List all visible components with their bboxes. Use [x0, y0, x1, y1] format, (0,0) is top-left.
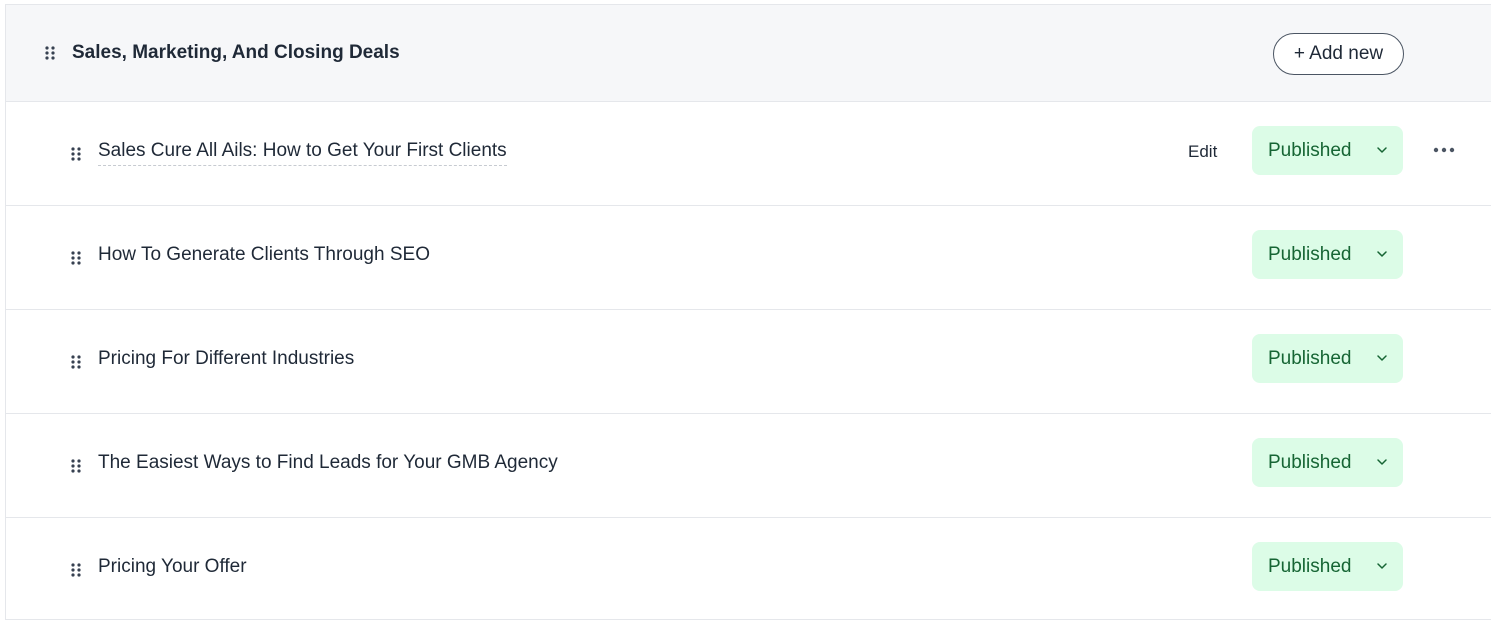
- module-section: Sales, Marketing, And Closing Deals + Ad…: [5, 4, 1491, 620]
- drag-handle-icon[interactable]: [70, 354, 82, 370]
- status-label: Published: [1268, 347, 1352, 369]
- status-dropdown[interactable]: Published: [1252, 230, 1403, 279]
- module-title: Sales, Marketing, And Closing Deals: [72, 42, 400, 63]
- chevron-down-icon: [1377, 251, 1387, 257]
- drag-handle-icon[interactable]: [70, 562, 82, 578]
- status-dropdown[interactable]: Published: [1252, 438, 1403, 487]
- lesson-row[interactable]: How To Generate Clients Through SEO Publ…: [6, 206, 1491, 310]
- drag-handle-icon[interactable]: [44, 45, 56, 61]
- status-label: Published: [1268, 243, 1352, 265]
- status-label: Published: [1268, 139, 1352, 161]
- drag-handle-icon[interactable]: [70, 250, 82, 266]
- drag-handle-icon[interactable]: [70, 146, 82, 162]
- status-dropdown[interactable]: Published: [1252, 542, 1403, 591]
- lesson-title[interactable]: Pricing For Different Industries: [98, 348, 354, 370]
- status-label: Published: [1268, 555, 1352, 577]
- chevron-down-icon: [1377, 459, 1387, 465]
- module-header: Sales, Marketing, And Closing Deals + Ad…: [6, 5, 1491, 102]
- lesson-row[interactable]: Sales Cure All Ails: How to Get Your Fir…: [6, 102, 1491, 206]
- lesson-row[interactable]: Pricing Your Offer Published: [6, 518, 1491, 622]
- lesson-title[interactable]: How To Generate Clients Through SEO: [98, 244, 430, 266]
- status-dropdown[interactable]: Published: [1252, 334, 1403, 383]
- lesson-title[interactable]: Sales Cure All Ails: How to Get Your Fir…: [98, 140, 507, 166]
- chevron-down-icon: [1377, 355, 1387, 361]
- more-horizontal-icon[interactable]: [1432, 140, 1456, 160]
- drag-handle-icon[interactable]: [70, 458, 82, 474]
- add-new-button[interactable]: + Add new: [1273, 33, 1404, 75]
- lesson-row[interactable]: Pricing For Different Industries Publish…: [6, 310, 1491, 414]
- chevron-down-icon: [1377, 147, 1387, 153]
- lesson-row[interactable]: The Easiest Ways to Find Leads for Your …: [6, 414, 1491, 518]
- chevron-down-icon: [1377, 563, 1387, 569]
- status-label: Published: [1268, 451, 1352, 473]
- edit-link[interactable]: Edit: [1188, 142, 1217, 162]
- lesson-title[interactable]: The Easiest Ways to Find Leads for Your …: [98, 452, 558, 474]
- status-dropdown[interactable]: Published: [1252, 126, 1403, 175]
- lesson-title[interactable]: Pricing Your Offer: [98, 556, 247, 578]
